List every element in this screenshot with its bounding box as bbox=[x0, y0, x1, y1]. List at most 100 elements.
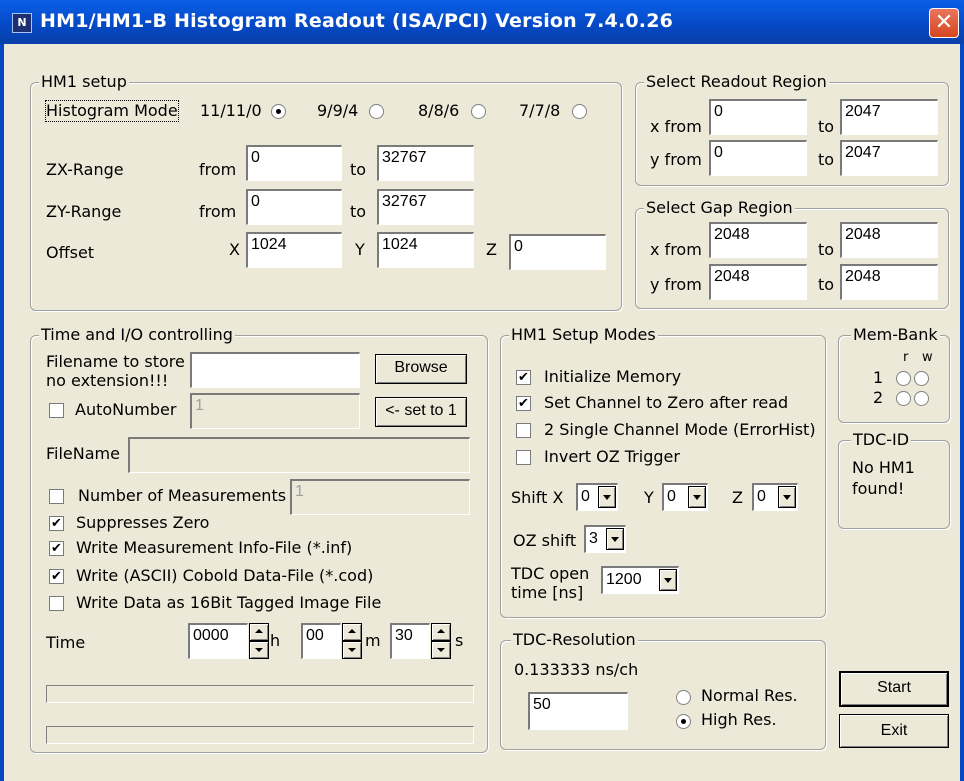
init-memory-checkbox[interactable]: ✔ bbox=[516, 370, 531, 385]
zy-to-label: to bbox=[350, 202, 367, 221]
gap-y-from-input[interactable]: 2048 bbox=[709, 264, 807, 300]
gap-y-to-label: to bbox=[818, 275, 835, 294]
zx-to-input[interactable]: 32767 bbox=[377, 145, 474, 181]
mode-7-7-8-radio[interactable] bbox=[572, 104, 587, 119]
seconds-up-arrow-icon[interactable] bbox=[431, 623, 451, 641]
single-channel-label[interactable]: 2 Single Channel Mode (ErrorHist) bbox=[544, 420, 816, 440]
autonumber-label[interactable]: AutoNumber bbox=[75, 400, 176, 420]
readout-y-to-input[interactable]: 2047 bbox=[840, 140, 938, 176]
mode-8-8-6-radio[interactable] bbox=[471, 104, 486, 119]
invert-oz-checkbox[interactable] bbox=[516, 450, 531, 465]
hours-down-arrow-icon[interactable] bbox=[249, 641, 269, 659]
write-cobold-label[interactable]: Write (ASCII) Cobold Data-File (*.cod) bbox=[76, 566, 373, 586]
gap-region-legend: Select Gap Region bbox=[644, 198, 795, 218]
mode-11-11-0-radio[interactable] bbox=[271, 104, 286, 119]
offset-y-input[interactable]: 1024 bbox=[377, 232, 474, 268]
single-channel-checkbox[interactable] bbox=[516, 423, 531, 438]
seconds-down-arrow-icon[interactable] bbox=[431, 641, 451, 659]
oz-shift-select[interactable]: 3 bbox=[584, 525, 626, 553]
mem-bank-2-w-radio[interactable] bbox=[914, 391, 929, 406]
gap-y-to-input[interactable]: 2048 bbox=[840, 264, 938, 300]
write-info-label[interactable]: Write Measurement Info-File (*.inf) bbox=[76, 538, 352, 558]
shift-z-dropdown-arrow-icon[interactable] bbox=[778, 486, 796, 508]
minutes-down-arrow-icon[interactable] bbox=[342, 641, 362, 659]
autonumber-input[interactable]: 1 bbox=[190, 393, 360, 429]
minutes-up-arrow-icon[interactable] bbox=[342, 623, 362, 641]
set-to-1-button[interactable]: <- set to 1 bbox=[375, 397, 467, 427]
tdc-resolution-legend: TDC-Resolution bbox=[511, 630, 638, 650]
oz-shift-dropdown-arrow-icon[interactable] bbox=[606, 528, 624, 550]
gap-x-from-label: x from bbox=[650, 240, 702, 259]
readout-x-to-label: to bbox=[818, 117, 835, 136]
hours-up-arrow-icon[interactable] bbox=[249, 623, 269, 641]
hours-input[interactable]: 0000 bbox=[188, 623, 248, 659]
offset-x-input[interactable]: 1024 bbox=[246, 232, 342, 268]
zy-from-label: from bbox=[199, 202, 237, 221]
normal-res-label[interactable]: Normal Res. bbox=[701, 686, 798, 706]
gap-x-from-input[interactable]: 2048 bbox=[709, 222, 807, 258]
suppress-zero-checkbox[interactable]: ✔ bbox=[49, 516, 64, 531]
shift-z-select[interactable]: 0 bbox=[752, 483, 798, 511]
mem-bank-1-r-radio[interactable] bbox=[896, 371, 911, 386]
mode-7-7-8-label[interactable]: 7/7/8 bbox=[519, 101, 560, 121]
offset-z-input[interactable]: 0 bbox=[509, 234, 606, 270]
tdc-resolution-value: 0.133333 ns/ch bbox=[514, 660, 639, 679]
minutes-input[interactable]: 00 bbox=[301, 623, 341, 659]
write-cobold-checkbox[interactable]: ✔ bbox=[49, 569, 64, 584]
invert-oz-label[interactable]: Invert OZ Trigger bbox=[544, 447, 680, 467]
mem-bank-row-1-label: 1 bbox=[873, 368, 884, 387]
seconds-input[interactable]: 30 bbox=[390, 623, 430, 659]
shift-y-select[interactable]: 0 bbox=[662, 483, 708, 511]
main-window: N HM1/HM1-B Histogram Readout (ISA/PCI) … bbox=[0, 0, 964, 781]
mem-bank-1-w-radio[interactable] bbox=[914, 371, 929, 386]
number-of-measurements-input[interactable]: 1 bbox=[290, 479, 470, 515]
autonumber-checkbox[interactable] bbox=[49, 403, 64, 418]
high-res-radio[interactable] bbox=[676, 714, 691, 729]
high-res-label[interactable]: High Res. bbox=[701, 710, 777, 730]
gap-y-from-label: y from bbox=[650, 275, 702, 294]
tdc-open-dropdown-arrow-icon[interactable] bbox=[659, 569, 677, 591]
gap-x-to-input[interactable]: 2048 bbox=[840, 222, 938, 258]
zx-from-input[interactable]: 0 bbox=[246, 145, 342, 181]
seconds-spinner[interactable] bbox=[431, 623, 451, 659]
start-button[interactable]: Start bbox=[839, 671, 949, 707]
readout-y-from-input[interactable]: 0 bbox=[709, 140, 807, 176]
mem-bank-row-2-label: 2 bbox=[873, 388, 884, 407]
oz-shift-value: 3 bbox=[589, 530, 598, 547]
normal-res-radio[interactable] bbox=[676, 690, 691, 705]
tdc-resolution-input[interactable]: 50 bbox=[528, 692, 628, 730]
set-zero-checkbox[interactable]: ✔ bbox=[516, 396, 531, 411]
number-of-measurements-label[interactable]: Number of Measurements bbox=[78, 486, 286, 506]
set-zero-label[interactable]: Set Channel to Zero after read bbox=[544, 393, 788, 413]
readout-x-from-input[interactable]: 0 bbox=[709, 99, 807, 135]
number-of-measurements-checkbox[interactable] bbox=[49, 489, 64, 504]
tdc-open-select[interactable]: 1200 bbox=[601, 566, 679, 594]
mode-11-11-0-label[interactable]: 11/11/0 bbox=[200, 101, 262, 121]
shift-x-dropdown-arrow-icon[interactable] bbox=[598, 486, 616, 508]
mode-9-9-4-label[interactable]: 9/9/4 bbox=[317, 101, 358, 121]
browse-button[interactable]: Browse bbox=[375, 354, 467, 384]
shift-x-select[interactable]: 0 bbox=[576, 483, 618, 511]
mode-8-8-6-label[interactable]: 8/8/6 bbox=[418, 101, 459, 121]
minutes-spinner[interactable] bbox=[342, 623, 362, 659]
shift-x-label: Shift X bbox=[511, 488, 564, 507]
hours-spinner[interactable] bbox=[249, 623, 269, 659]
exit-button[interactable]: Exit bbox=[839, 714, 949, 748]
app-logo-icon[interactable]: N bbox=[12, 13, 32, 33]
readout-x-to-input[interactable]: 2047 bbox=[840, 99, 938, 135]
zy-from-input[interactable]: 0 bbox=[246, 189, 342, 225]
write-tiff-label[interactable]: Write Data as 16Bit Tagged Image File bbox=[76, 593, 381, 613]
zy-to-input[interactable]: 32767 bbox=[377, 189, 474, 225]
write-info-checkbox[interactable]: ✔ bbox=[49, 541, 64, 556]
mem-bank-2-r-radio[interactable] bbox=[896, 391, 911, 406]
init-memory-label[interactable]: Initialize Memory bbox=[544, 367, 681, 387]
title-bar[interactable]: N HM1/HM1-B Histogram Readout (ISA/PCI) … bbox=[0, 0, 964, 44]
suppress-zero-label[interactable]: Suppresses Zero bbox=[76, 513, 209, 533]
close-button[interactable]: ✕ bbox=[929, 8, 959, 38]
shift-y-dropdown-arrow-icon[interactable] bbox=[688, 486, 706, 508]
write-tiff-checkbox[interactable] bbox=[49, 596, 64, 611]
hours-unit-label: h bbox=[270, 631, 281, 650]
oz-shift-label: OZ shift bbox=[513, 531, 577, 550]
mode-9-9-4-radio[interactable] bbox=[369, 104, 384, 119]
filename-store-input[interactable] bbox=[190, 352, 360, 388]
